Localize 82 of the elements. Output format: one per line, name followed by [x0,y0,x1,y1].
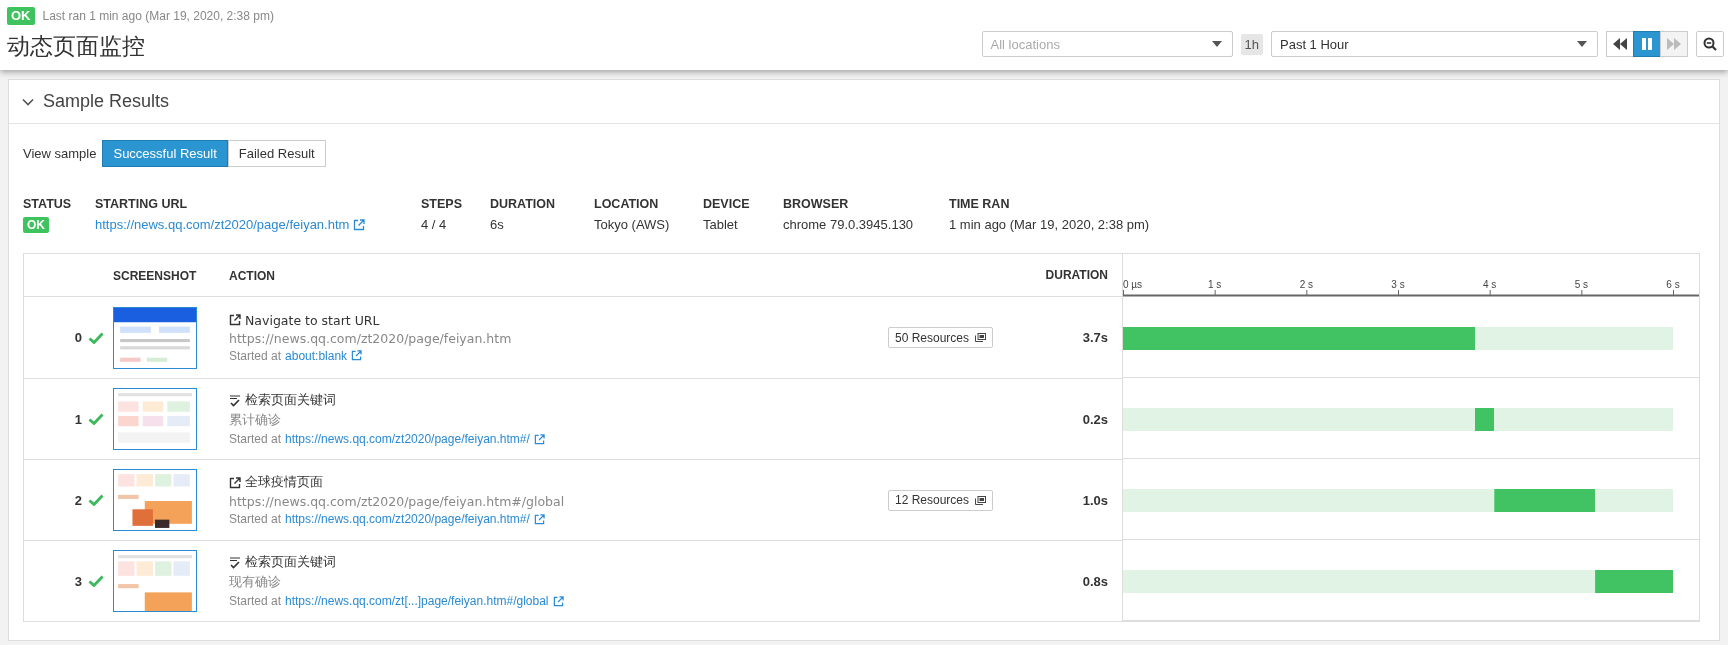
zoom-out-button[interactable] [1696,31,1724,57]
summary-label: DEVICE [703,197,751,211]
view-sample-label: View sample [23,146,97,161]
caret-icon [1211,41,1222,47]
page-title: 动态页面监控 [7,32,146,61]
zoom-out-icon [1703,37,1717,51]
started-at-label: Started at [229,512,282,526]
external-link-icon[interactable] [353,218,366,231]
external-link-icon [229,314,241,326]
step-number: 0 [74,330,82,345]
column-header: DURATION [1045,268,1108,282]
summary-value: Tablet [703,217,739,232]
summary-label: BROWSER [783,197,850,211]
started-url-link[interactable]: https://news.qq.com/zt2020/page/feiyan.htm#/ [285,432,530,446]
tick-label: 2 s [1299,279,1313,290]
started-url-link[interactable]: https://news.qq.com/zt2020/page/feiyan.htm#/ [285,512,530,526]
started-at-label: Started at [229,348,282,363]
step-title: Navigate to start URL [245,312,380,328]
duration-bar[interactable] [1475,408,1495,431]
resources-button[interactable]: 50 Resources [888,327,994,348]
column-header: ACTION [229,268,275,283]
started-at-label: Started at [229,432,282,446]
step-number: 3 [74,573,82,589]
step-number: 1 [74,411,82,427]
step-duration: 0.8s [1082,573,1108,589]
external-link-icon[interactable] [533,433,545,445]
step-title: 全球疫情页面 [245,474,323,491]
status-badge: OK [23,217,49,233]
rewind-icon [1613,38,1627,50]
started-url-link[interactable]: https://news.qq.com/zt[...]page/feiyan.htm#/global [285,594,549,608]
step-title: 检索页面关键词 [245,554,336,571]
summary-label: STARTING URL [95,197,189,211]
resources-button[interactable]: 12 Resources [888,489,994,511]
started-url-link[interactable]: about:blank [285,348,348,363]
step-duration: 0.2s [1082,411,1108,427]
panel-title: Sample Results [43,91,170,112]
summary-value: 1 min ago (Mar 19, 2020, 2:38 pm) [949,217,1150,232]
step-number: 2 [74,492,82,508]
summary-label: DURATION [490,197,557,211]
result-toggle[interactable]: Failed Result [227,140,326,167]
tick-label: 3 s [1391,279,1405,290]
tick-label: 1 s [1208,279,1222,290]
external-link-icon[interactable] [351,350,363,361]
external-link-icon[interactable] [552,595,564,607]
step-detail: 现有确诊 [229,574,282,591]
external-link-icon[interactable] [533,513,545,525]
pause-icon [1641,38,1653,50]
summary-label: LOCATION [594,197,660,211]
step-duration: 1.0s [1082,492,1108,508]
spellcheck-icon [229,556,241,569]
spellcheck-icon [229,394,241,407]
tick-label: 6 s [1666,279,1680,290]
summary-label: STEPS [421,197,462,211]
fast-forward-icon [1667,38,1681,50]
summary-value: 6s [490,217,505,232]
images-icon [975,333,987,342]
tick-label: 0 µs [1123,279,1143,290]
summary-label: TIME RAN [949,197,1011,211]
column-header: SCREENSHOT [113,269,197,283]
step-title: 检索页面关键词 [245,392,336,409]
tick-label: 5 s [1574,279,1588,290]
started-at-label: Started at [229,594,282,608]
range-badge: 1h [1240,33,1263,55]
pause-button[interactable] [1633,31,1661,57]
status-badge: OK [7,7,35,25]
summary-value: chrome 79.0.3945.130 [783,217,915,232]
starting-url-link[interactable]: https://news.qq.com/zt2020/page/feiyan.htm [95,217,350,232]
caret-icon [1577,41,1587,47]
tick-label: 4 s [1483,279,1497,290]
step-duration: 3.7s [1082,330,1108,345]
summary-value: Tokyo (AWS) [594,217,671,232]
images-icon [975,495,987,505]
result-toggle[interactable]: Successful Result [102,140,228,167]
step-detail: https://news.qq.com/zt2020/page/feiyan.htm#/global [229,494,566,509]
location-select[interactable]: All locations [981,31,1233,57]
summary-value: 4 / 4 [421,217,448,232]
step-detail: https://news.qq.com/zt2020/page/feiyan.htm [229,330,513,346]
last-ran-text: Last ran 1 min ago (Mar 19, 2020, 2:38 pm) [42,9,274,23]
time-range-select[interactable]: Past 1 Hour [1271,31,1598,57]
rewind-button[interactable] [1606,31,1634,57]
external-link-icon [229,476,241,489]
step-detail: 累计确诊 [229,412,282,429]
